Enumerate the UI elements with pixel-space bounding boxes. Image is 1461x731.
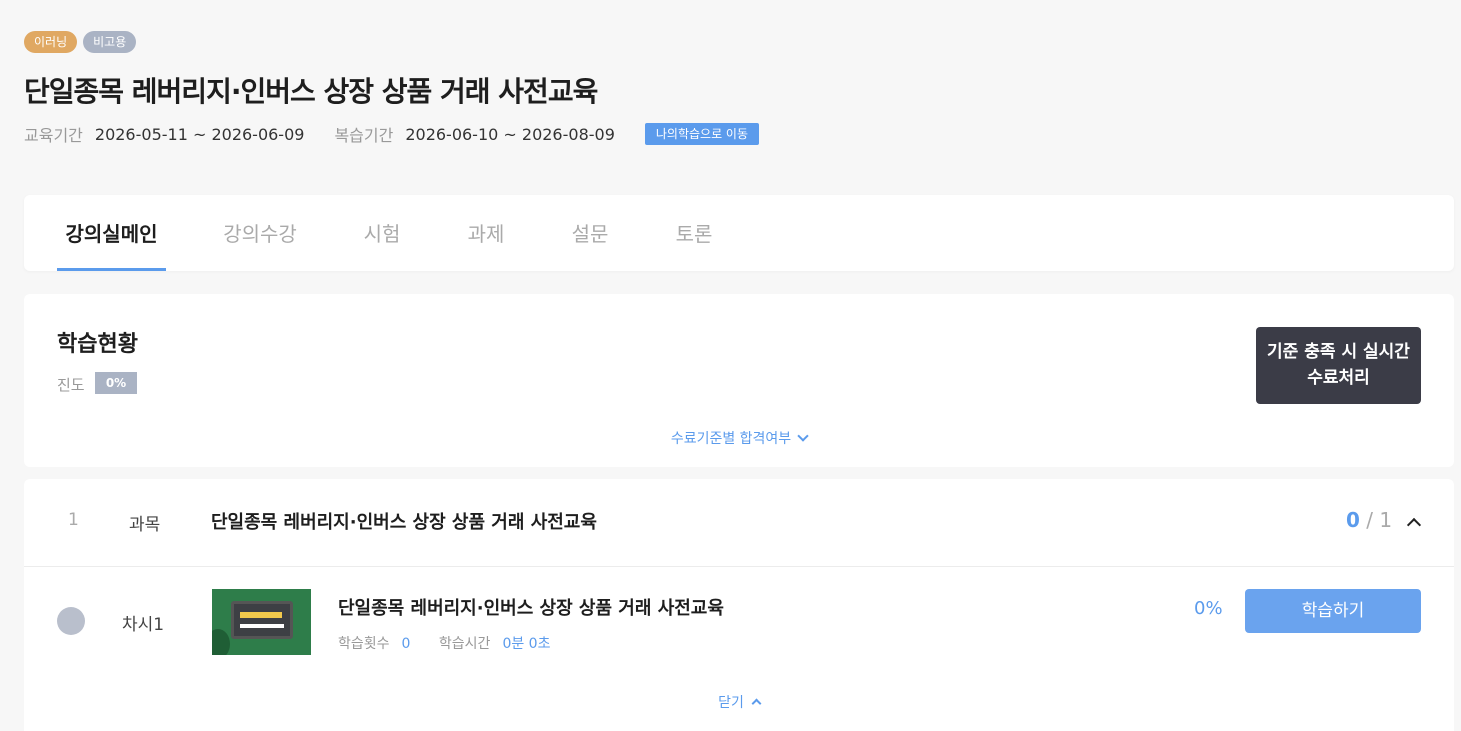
thumbnail-leaf-decoration — [212, 629, 230, 655]
thumbnail-text — [240, 624, 284, 628]
course-done-count: 0 — [1346, 508, 1360, 532]
learning-status-card: 학습현황 진도 0% 수료기준별 합격여부 기준 충족 시 실시간 수료처리 — [24, 294, 1454, 467]
thumbnail-highlight — [240, 612, 282, 618]
badge-group: 이러닝 비고용 — [24, 31, 137, 53]
study-count-value: 0 — [401, 636, 411, 652]
course-card: 1 과목 단일종목 레버리지·인버스 상장 상품 거래 사전교육 0 / 1 차… — [24, 479, 1454, 731]
realtime-completion-line2: 수료처리 — [1307, 368, 1370, 388]
lesson-meta: 학습횟수 0 학습시간 0분 0초 — [338, 633, 574, 653]
completion-criteria-toggle[interactable]: 수료기준별 합격여부 — [24, 428, 1454, 448]
go-to-my-learning-button[interactable]: 나의학습으로 이동 — [644, 123, 760, 145]
study-time-label: 학습시간 — [438, 636, 491, 652]
period-row: 교육기간 2026-05-11 ~ 2026-06-09 복습기간 2026-0… — [24, 122, 760, 146]
course-total-count: 1 — [1379, 508, 1393, 532]
tab-survey[interactable]: 설문 — [562, 195, 618, 271]
lesson-label: 차시1 — [122, 615, 165, 635]
non-employment-badge: 비고용 — [83, 31, 137, 53]
course-count-separator: / — [1366, 508, 1374, 532]
tab-discussion[interactable]: 토론 — [666, 195, 722, 271]
tab-lecture[interactable]: 강의수강 — [214, 195, 306, 271]
progress-label: 진도 — [57, 376, 85, 394]
review-period-label: 복습기간 — [334, 126, 394, 145]
study-count-label: 학습횟수 — [338, 636, 390, 652]
education-period-label: 교육기간 — [24, 126, 83, 145]
education-period-value: 2026-05-11 ~ 2026-06-09 — [94, 124, 305, 144]
elearning-badge: 이러닝 — [24, 31, 78, 53]
close-label: 닫기 — [718, 695, 744, 711]
course-type: 과목 — [129, 515, 161, 535]
course-name: 단일종목 레버리지·인버스 상장 상품 거래 사전교육 — [211, 512, 597, 533]
review-period-value: 2026-06-10 ~ 2026-08-09 — [405, 124, 615, 144]
learning-status-title: 학습현황 — [57, 332, 138, 357]
course-header[interactable]: 1 과목 단일종목 레버리지·인버스 상장 상품 거래 사전교육 0 / 1 — [24, 479, 1454, 567]
course-progress-count: 0 / 1 — [1346, 508, 1392, 532]
page-title: 단일종목 레버리지·인버스 상장 상품 거래 사전교육 — [24, 75, 598, 108]
chevron-up-icon — [751, 698, 762, 709]
completion-criteria-label: 수료기준별 합격여부 — [670, 431, 792, 447]
chevron-up-icon[interactable] — [1406, 517, 1422, 533]
lesson-title: 단일종목 레버리지·인버스 상장 상품 거래 사전교육 — [338, 598, 724, 619]
chevron-down-icon — [797, 430, 809, 442]
thumbnail-tablet-image — [231, 601, 293, 639]
lesson-progress-percent: 0% — [1194, 598, 1223, 619]
progress-value: 0% — [95, 372, 137, 394]
tab-assignment[interactable]: 과제 — [458, 195, 514, 271]
tab-bar: 강의실메인 강의수강 시험 과제 설문 토론 — [24, 195, 1454, 271]
tab-classroom-main[interactable]: 강의실메인 — [57, 195, 166, 271]
realtime-completion-line1: 기준 충족 시 실시간 — [1267, 342, 1410, 362]
realtime-completion-button[interactable]: 기준 충족 시 실시간 수료처리 — [1256, 327, 1421, 404]
close-toggle[interactable]: 닫기 — [24, 692, 1454, 712]
tab-exam[interactable]: 시험 — [354, 195, 410, 271]
lesson-thumbnail — [212, 589, 311, 655]
study-time-value: 0분 0초 — [502, 636, 551, 652]
course-number: 1 — [68, 510, 79, 530]
lesson-status-dot — [57, 607, 85, 635]
start-study-button[interactable]: 학습하기 — [1245, 589, 1421, 633]
